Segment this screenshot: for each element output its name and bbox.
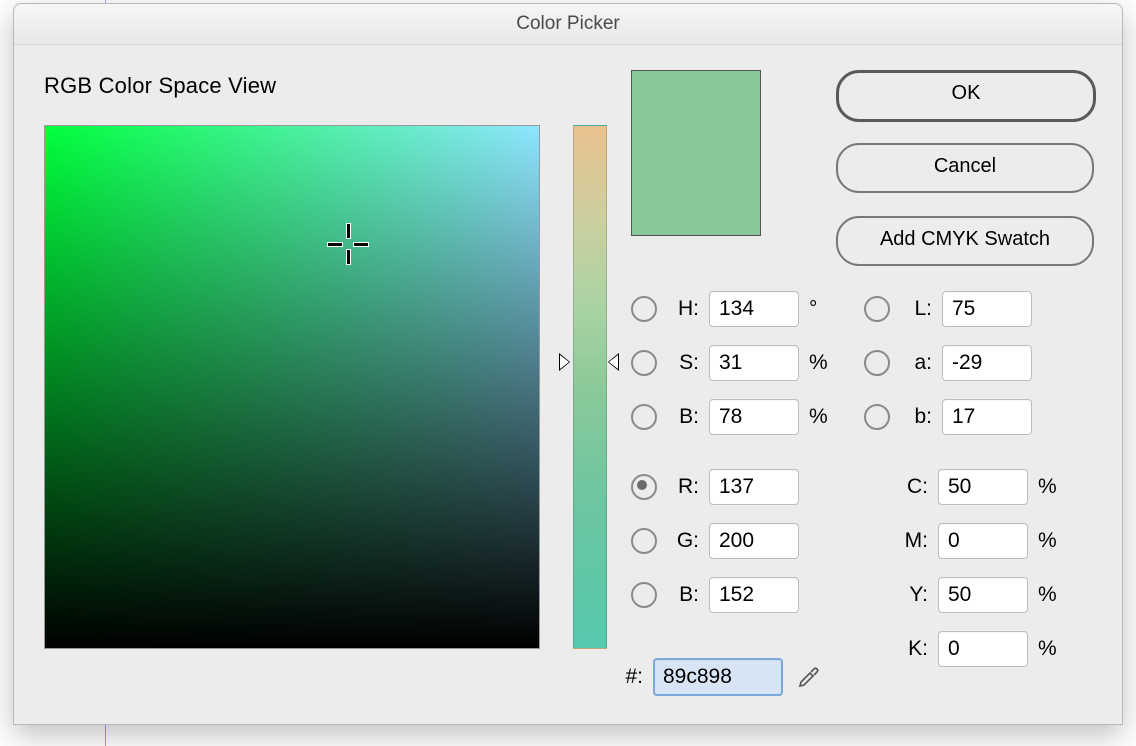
- input-hex[interactable]: [653, 658, 783, 696]
- input-g[interactable]: [709, 523, 799, 559]
- radio-b-rgb[interactable]: [631, 582, 657, 608]
- row-k: K: %: [894, 631, 1057, 667]
- row-r: R:: [631, 469, 799, 505]
- row-h: H: °: [631, 291, 817, 327]
- dialog-body: RGB Color Space View OK Cancel Add CMYK …: [14, 45, 1122, 119]
- input-s[interactable]: [709, 345, 799, 381]
- row-l: L:: [864, 291, 1032, 327]
- label-y: Y:: [894, 583, 928, 607]
- radio-s[interactable]: [631, 350, 657, 376]
- row-hex: #:: [619, 659, 821, 695]
- unit-m: %: [1038, 529, 1057, 553]
- eyedropper-icon[interactable]: [797, 665, 821, 689]
- input-k[interactable]: [938, 631, 1028, 667]
- ok-button[interactable]: OK: [836, 70, 1096, 122]
- label-k: K:: [894, 637, 928, 661]
- crosshair-icon: [328, 224, 368, 264]
- radio-r[interactable]: [631, 474, 657, 500]
- unit-b-hsb: %: [809, 405, 828, 429]
- input-b-lab[interactable]: [942, 399, 1032, 435]
- unit-k: %: [1038, 637, 1057, 661]
- input-h[interactable]: [709, 291, 799, 327]
- label-b-rgb: B:: [669, 583, 699, 607]
- radio-a[interactable]: [864, 350, 890, 376]
- row-s: S: %: [631, 345, 828, 381]
- row-y: Y: %: [894, 577, 1057, 613]
- input-y[interactable]: [938, 577, 1028, 613]
- row-b-hsb: B: %: [631, 399, 828, 435]
- row-g: G:: [631, 523, 799, 559]
- input-r[interactable]: [709, 469, 799, 505]
- radio-h[interactable]: [631, 296, 657, 322]
- label-s: S:: [669, 351, 699, 375]
- radio-b-hsb[interactable]: [631, 404, 657, 430]
- window-title[interactable]: Color Picker: [14, 4, 1122, 45]
- radio-g[interactable]: [631, 528, 657, 554]
- row-a: a:: [864, 345, 1032, 381]
- add-cmyk-swatch-button[interactable]: Add CMYK Swatch: [836, 216, 1094, 266]
- color-field[interactable]: [44, 125, 540, 649]
- row-b-rgb: B:: [631, 577, 799, 613]
- input-a[interactable]: [942, 345, 1032, 381]
- label-b-lab: b:: [902, 405, 932, 429]
- label-a: a:: [902, 351, 932, 375]
- label-c: C:: [894, 475, 928, 499]
- color-picker-dialog: Color Picker RGB Color Space View OK Can…: [13, 3, 1123, 725]
- cancel-button[interactable]: Cancel: [836, 143, 1094, 193]
- label-b-hsb: B:: [669, 405, 699, 429]
- color-spectrum-slider[interactable]: [573, 125, 607, 649]
- radio-l[interactable]: [864, 296, 890, 322]
- radio-b-lab[interactable]: [864, 404, 890, 430]
- input-c[interactable]: [938, 469, 1028, 505]
- row-c: C: %: [894, 469, 1057, 505]
- label-hex: #:: [619, 665, 643, 689]
- unit-s: %: [809, 351, 828, 375]
- label-h: H:: [669, 297, 699, 321]
- input-b-hsb[interactable]: [709, 399, 799, 435]
- input-l[interactable]: [942, 291, 1032, 327]
- row-b-lab: b:: [864, 399, 1032, 435]
- unit-c: %: [1038, 475, 1057, 499]
- input-m[interactable]: [938, 523, 1028, 559]
- input-b-rgb[interactable]: [709, 577, 799, 613]
- label-r: R:: [669, 475, 699, 499]
- label-g: G:: [669, 529, 699, 553]
- row-m: M: %: [894, 523, 1057, 559]
- unit-h: °: [809, 297, 817, 321]
- label-m: M:: [894, 529, 928, 553]
- label-l: L:: [902, 297, 932, 321]
- unit-y: %: [1038, 583, 1057, 607]
- current-color-swatch: [631, 70, 761, 236]
